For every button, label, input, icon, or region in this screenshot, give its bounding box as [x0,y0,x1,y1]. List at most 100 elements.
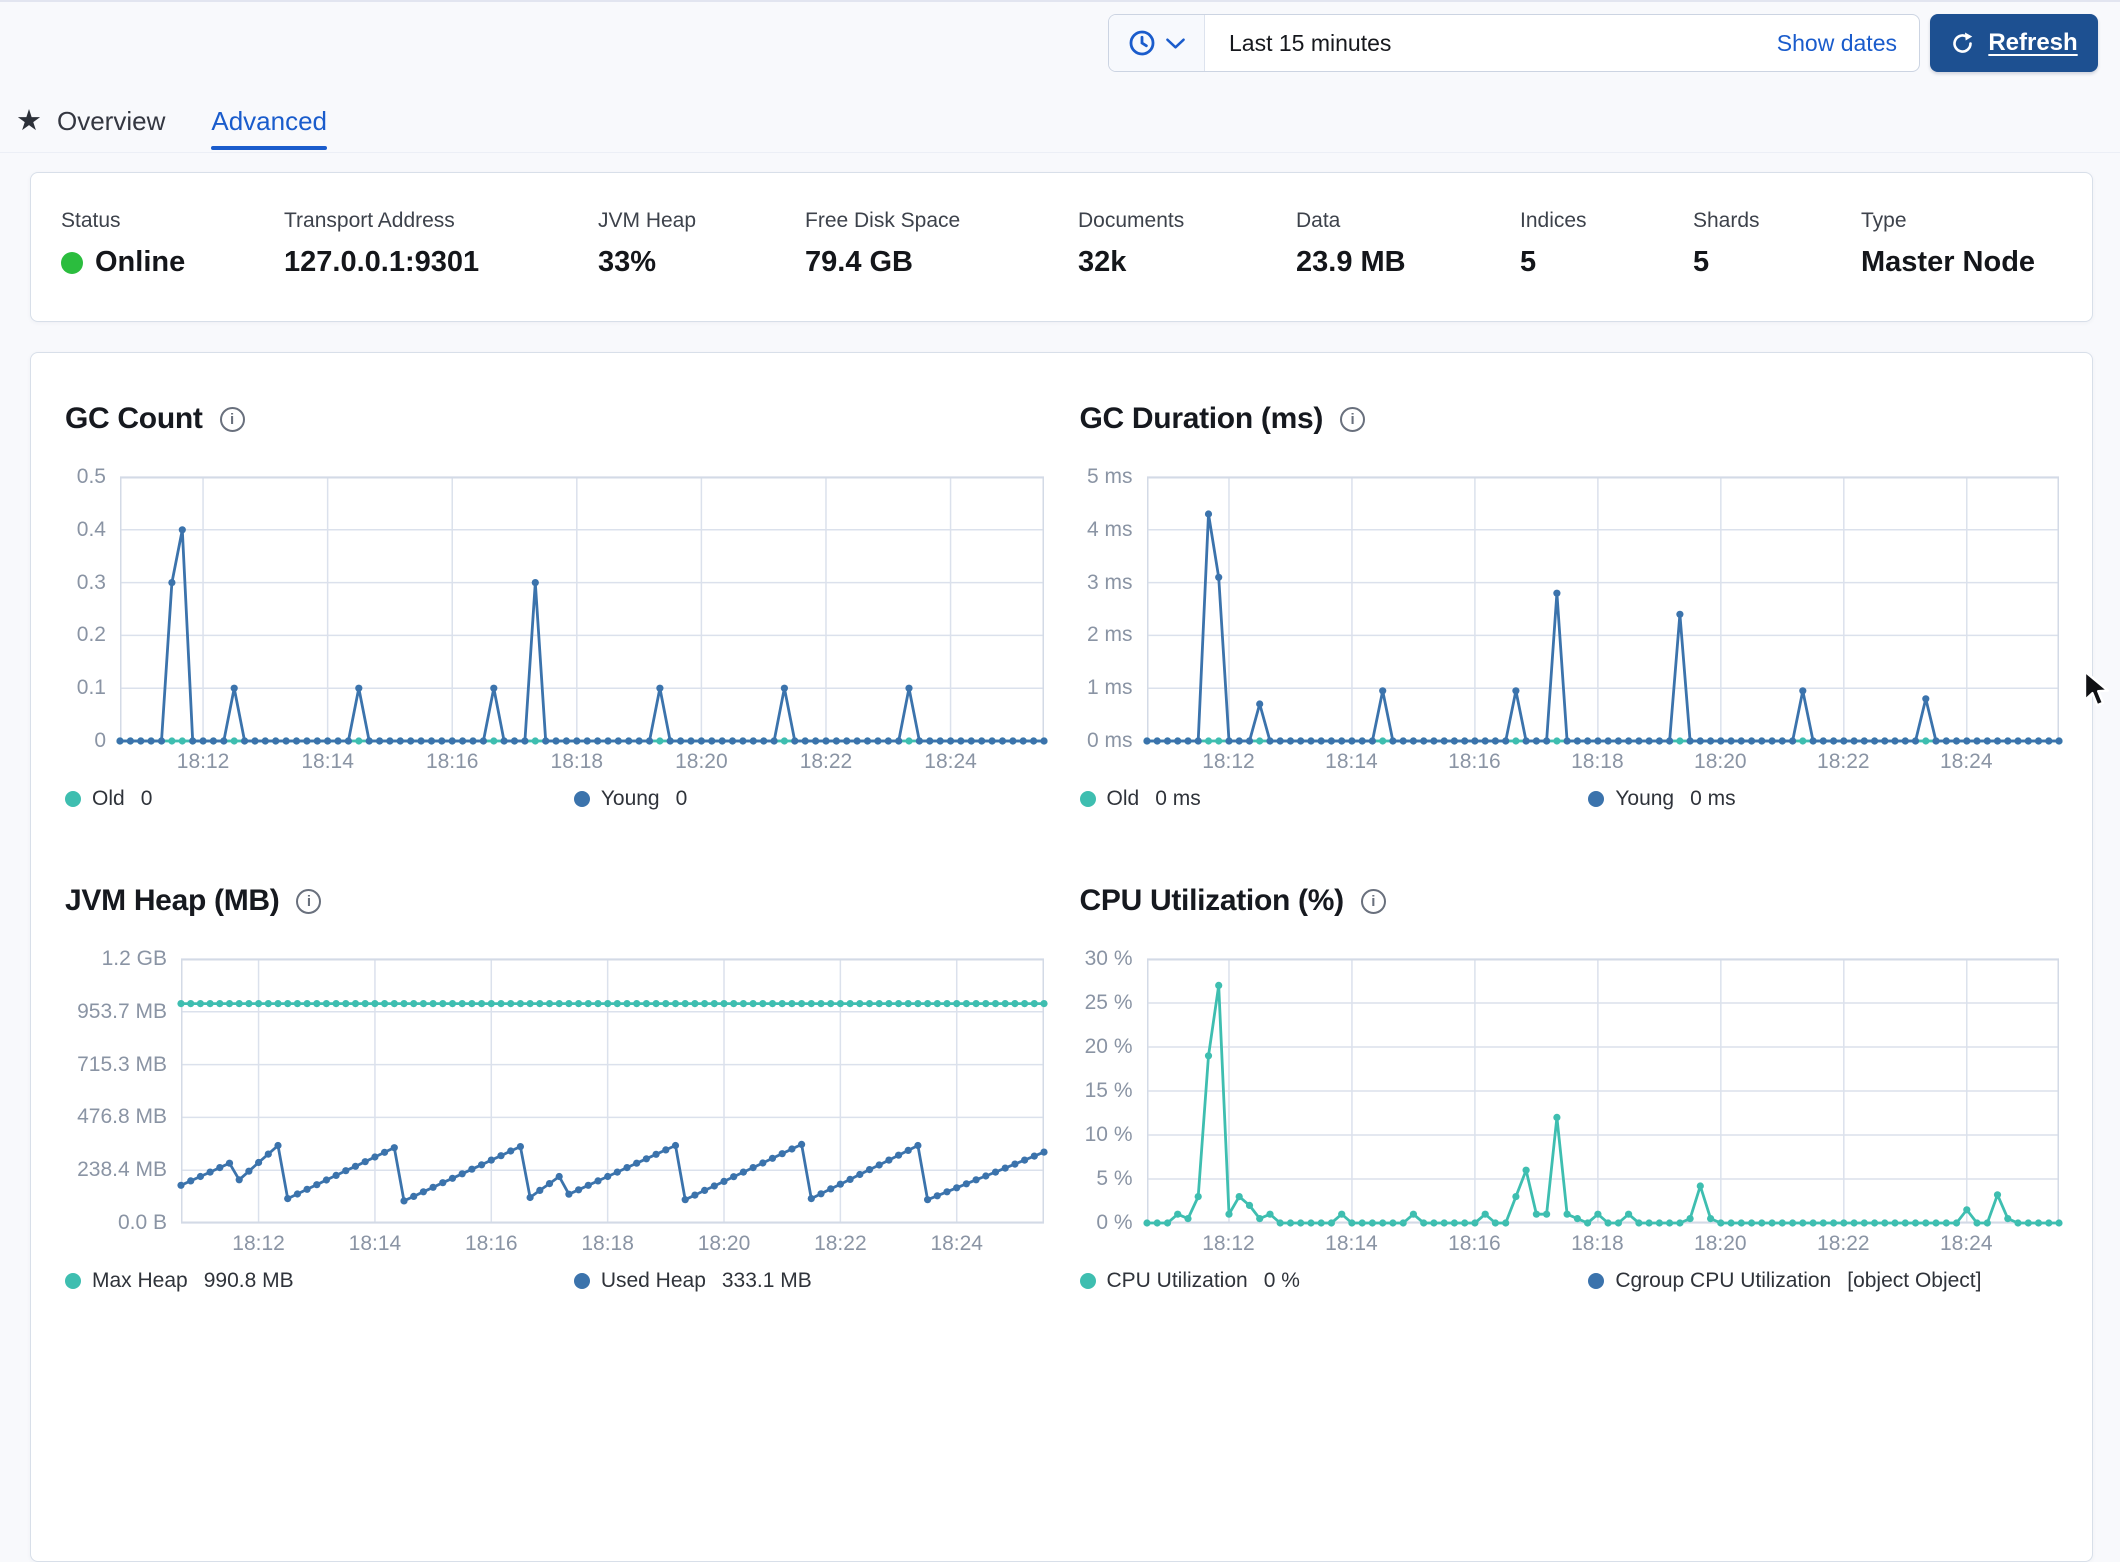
legend-item[interactable]: Max Heap 990.8 MB [65,1269,574,1293]
y-axis-label: 0 ms [1087,729,1133,753]
chart-title: JVM Heap (MB) [65,884,279,918]
legend-label: Max Heap [92,1269,188,1293]
summary-item-value: 32k [1078,246,1184,279]
tab-advanced-label: Advanced [211,106,327,137]
chart-title: GC Count [65,402,203,436]
x-axis-label: 18:20 [646,750,756,774]
y-axis: 00.10.20.30.40.5 [65,477,120,741]
info-icon[interactable]: i [1340,407,1365,432]
summary-item-value: Online [61,246,185,279]
info-icon[interactable]: i [220,407,245,432]
legend-value: 990.8 MB [204,1269,294,1293]
summary-value-text: 5 [1693,246,1709,279]
tabbar-divider [0,152,2120,153]
x-axis-label: 18:14 [1296,1232,1406,1256]
x-axis-label: 18:14 [273,750,383,774]
x-axis-label: 18:18 [1542,1232,1652,1256]
legend-item[interactable]: Old0 ms [1080,787,1589,811]
y-axis-label: 953.7 MB [77,1000,167,1024]
legend-item[interactable]: Cgroup CPU Utilization[object Object] [1588,1269,1981,1293]
x-axis-label: 18:24 [1911,1232,2021,1256]
chart-body: 0 ms1 ms2 ms3 ms4 ms5 ms18:1218:1418:161… [1080,477,2059,785]
summary-item: StatusOnline [61,209,185,279]
info-icon[interactable]: i [296,889,321,914]
x-axis-label: 18:16 [1419,750,1529,774]
legend-item[interactable]: Used Heap333.1 MB [574,1269,812,1293]
chart-legend: Old0 msYoung0 ms [1080,787,2059,811]
chart-gc-count: GC Count i 00.10.20.30.40.518:1218:1418:16… [65,401,1044,811]
legend-label: Young [1615,787,1674,811]
y-axis-label: 0.2 [77,623,106,647]
legend-item[interactable]: Young0 [574,787,687,811]
summary-item-label: Type [1861,209,2035,233]
top-border [0,0,2120,2]
tab-advanced[interactable]: Advanced [211,106,327,137]
super-date-picker: Last 15 minutes Show dates [1108,14,1920,72]
legend-value: 0 [141,787,153,811]
tab-bar: ★ Overview Advanced [16,98,327,144]
show-dates-link[interactable]: Show dates [1777,30,1919,57]
chart-title-row: GC Duration (ms)i [1080,401,2059,437]
y-axis-label: 1.2 GB [102,947,167,971]
charts-panel: GC Count i 00.10.20.30.40.518:1218:1418:16… [30,352,2093,1562]
legend-label: Young [601,787,660,811]
y-axis: 0.0 B238.4 MB476.8 MB715.3 MB953.7 MB1.2… [65,959,181,1223]
legend-label: Old [92,787,125,811]
status-indicator-dot [61,252,83,274]
legend-item[interactable]: Old 0 [65,787,574,811]
summary-item: Transport Address 127.0.0.1:9301 [284,209,479,279]
legend-item[interactable]: Young0 ms [1588,787,1735,811]
y-axis-label: 1 ms [1087,676,1133,700]
legend-label: Cgroup CPU Utilization [1615,1269,1831,1293]
summary-item: Free Disk Space79.4 GB [805,209,960,279]
legend-label: CPU Utilization [1107,1269,1248,1293]
x-axis-label: 18:22 [1788,1232,1898,1256]
y-axis-label: 0.0 B [118,1211,167,1235]
summary-value-text: 33% [598,246,656,279]
series-line [1147,985,2059,1223]
mouse-cursor [2083,670,2119,712]
summary-item-label: Transport Address [284,209,479,233]
summary-item-value: 23.9 MB [1296,246,1406,279]
chart-plot [1147,477,2059,741]
y-axis-label: 2 ms [1087,623,1133,647]
refresh-button[interactable]: Refresh [1930,14,2098,72]
time-quick-select-button[interactable] [1109,15,1205,71]
legend-marker [1080,791,1096,807]
summary-item: JVM Heap33% [598,209,696,279]
summary-item: Shards5 [1693,209,1760,279]
y-axis-label: 20 % [1085,1035,1133,1059]
chart-title-row: JVM Heap (MB) i [65,883,1044,919]
chart-legend: CPU Utilization0 %Cgroup CPU Utilization… [1080,1269,2059,1293]
info-icon[interactable]: i [1361,889,1386,914]
legend-label: Used Heap [601,1269,706,1293]
node-summary-panel: StatusOnline Transport Address 127.0.0.1:9… [30,172,2093,322]
x-axis: 18:1218:1418:1618:1818:2018:2218:24 [1147,1223,2059,1267]
refresh-icon [1950,31,1975,56]
x-axis-label: 18:18 [553,1232,663,1256]
y-axis-label: 15 % [1085,1079,1133,1103]
summary-item: Type Master Node [1861,209,2035,279]
summary-item: Documents32k [1078,209,1184,279]
series-line [181,1144,1044,1201]
summary-item-value: 127.0.0.1:9301 [284,246,479,279]
y-axis-label: 5 % [1096,1167,1132,1191]
chart-title-row: GC Count i [65,401,1044,437]
star-icon[interactable]: ★ [16,107,42,136]
tab-overview[interactable]: ★ Overview [16,106,165,137]
y-axis-label: 30 % [1085,947,1133,971]
summary-item-label: Data [1296,209,1406,233]
x-axis: 18:1218:1418:1618:1818:2018:2218:24 [120,741,1044,785]
legend-item[interactable]: CPU Utilization0 % [1080,1269,1589,1293]
chart-plot [120,477,1044,741]
chart-body: 0 %5 %10 %15 %20 %25 %30 %18:1218:1418:1… [1080,959,2059,1267]
series-line [1147,514,2059,741]
summary-value-text: Master Node [1861,246,2035,279]
y-axis: 0 %5 %10 %15 %20 %25 %30 % [1080,959,1147,1223]
summary-item: Data 23.9 MB [1296,209,1406,279]
time-range-value[interactable]: Last 15 minutes [1205,30,1777,57]
y-axis-label: 10 % [1085,1123,1133,1147]
legend-label: Old [1107,787,1140,811]
y-axis-label: 0 % [1096,1211,1132,1235]
y-axis-label: 3 ms [1087,571,1133,595]
